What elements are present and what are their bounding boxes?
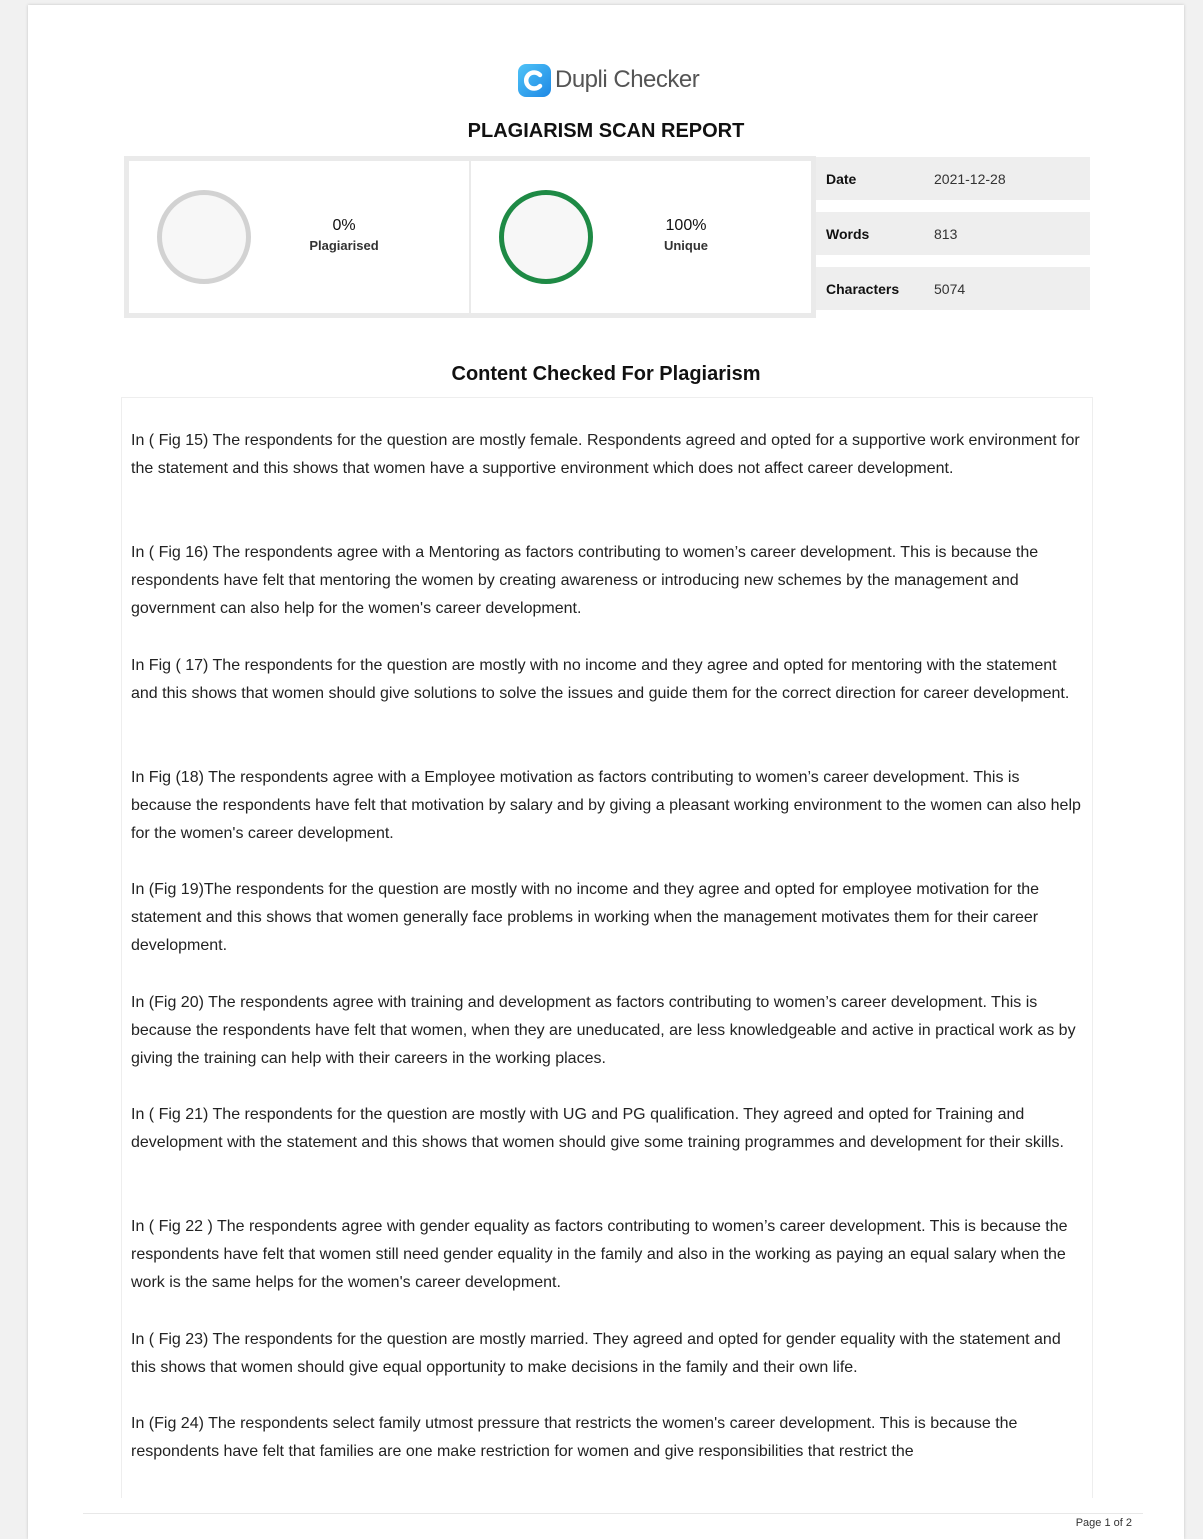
content-paragraph: In ( Fig 16) The respondents agree with …	[131, 544, 1039, 618]
page-number: Page 1 of 2	[1075, 1517, 1132, 1529]
content-paragraph: In ( Fig 22 ) The respondents agree with…	[131, 1218, 1068, 1292]
checked-content: In ( Fig 15) The respondents for the que…	[121, 397, 1093, 1498]
plagiarised-ring-icon	[157, 190, 251, 284]
brand-name: Dupli Checker	[555, 66, 700, 93]
footer-divider	[83, 1513, 1143, 1514]
unique-ring-icon	[499, 190, 593, 284]
meta-date-row: Date 2021-12-28	[816, 157, 1090, 200]
unique-label: Unique	[663, 238, 709, 253]
meta-words-value: 813	[934, 225, 958, 242]
plagiarised-label: Plagiarised	[309, 238, 379, 253]
plagiarised-percent: 0%	[332, 217, 356, 234]
content-title: Content Checked For Plagiarism	[451, 363, 761, 385]
meta-characters-value: 5074	[934, 280, 966, 297]
content-paragraph: In (Fig 20) The respondents agree with t…	[131, 994, 1076, 1068]
stats-panel: 0% Plagiarised 100% Unique	[124, 156, 816, 318]
report-title: PLAGIARISM SCAN REPORT	[467, 120, 745, 142]
content-paragraph: In ( Fig 23) The respondents for the que…	[131, 1331, 1061, 1377]
dupli-checker-c-logo-icon	[518, 63, 551, 97]
plagiarised-stat: 0% Plagiarised	[129, 161, 471, 313]
content-paragraph: In ( Fig 15) The respondents for the que…	[131, 432, 1080, 478]
content-paragraph: In ( Fig 21) The respondents for the que…	[131, 1106, 1064, 1152]
content-paragraph: In Fig ( 17) The respondents for the que…	[131, 657, 1070, 703]
meta-characters-label: Characters	[826, 280, 900, 297]
unique-percent: 100%	[665, 217, 707, 234]
meta-words-label: Words	[826, 225, 870, 242]
content-paragraph: In (Fig 19)The respondents for the quest…	[131, 881, 1040, 955]
meta-date-value: 2021-12-28	[934, 170, 1006, 187]
meta-date-label: Date	[826, 170, 857, 187]
brand-logo: Dupli Checker	[518, 60, 700, 100]
report-page: Dupli Checker PLAGIARISM SCAN REPORT 0% …	[28, 5, 1184, 1539]
meta-words-row: Words 813	[816, 212, 1090, 255]
content-paragraph: In (Fig 24) The respondents select famil…	[131, 1415, 1018, 1461]
meta-characters-row: Characters 5074	[816, 267, 1090, 310]
content-paragraph: In Fig (18) The respondents agree with a…	[131, 769, 1081, 843]
unique-stat: 100% Unique	[471, 161, 811, 313]
